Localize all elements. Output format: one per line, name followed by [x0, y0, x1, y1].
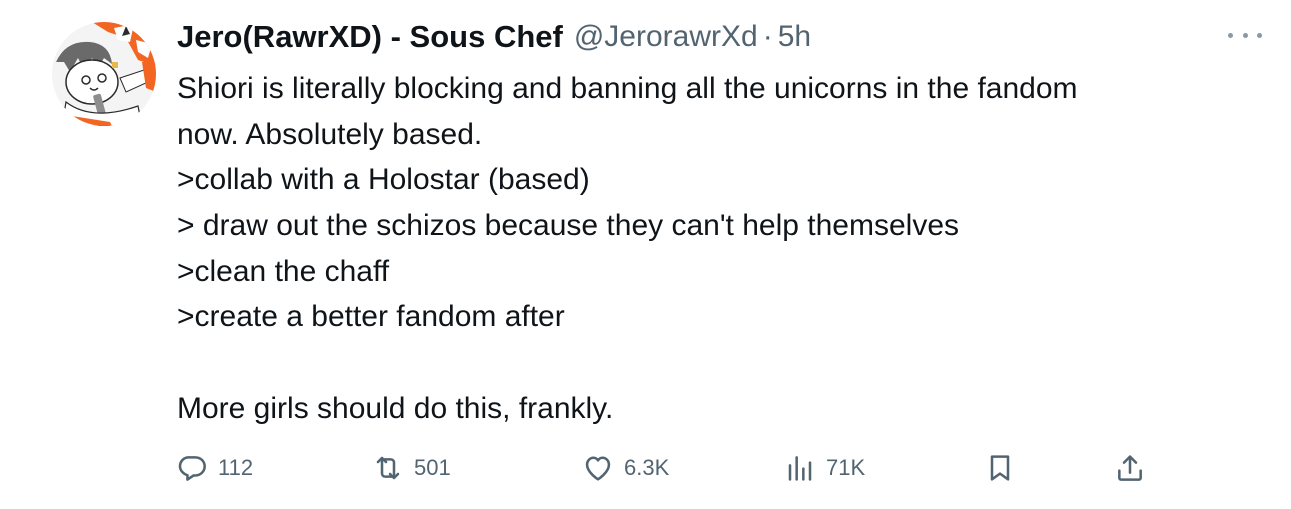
retweet-button[interactable]: 501	[372, 446, 451, 490]
avatar-image	[52, 22, 156, 126]
views-icon	[788, 456, 812, 481]
author-handle[interactable]: @JerorawrXd	[574, 20, 758, 54]
retweet-count: 501	[414, 455, 451, 480]
timestamp[interactable]: 5h	[778, 20, 811, 54]
tweet-line: > draw out the schizos because they can'…	[177, 209, 960, 243]
views-count: 71K	[826, 455, 866, 480]
bookmark-button[interactable]	[984, 446, 1016, 490]
bookmark-icon	[990, 455, 1010, 481]
like-count: 6.3K	[624, 455, 670, 480]
more-options-icon[interactable]	[1228, 24, 1262, 46]
like-button[interactable]: 6.3K	[582, 446, 669, 490]
tweet-text: Shiori is literally blocking and banning…	[177, 66, 1257, 432]
separator-dot: ·	[762, 20, 773, 53]
tweet-line: now. Absolutely based.	[177, 117, 483, 151]
author-name[interactable]: Jero(RawrXD) - Sous Chef	[177, 19, 563, 55]
heart-icon	[585, 456, 611, 481]
share-icon	[1118, 455, 1142, 481]
reply-icon	[178, 456, 206, 481]
reply-button[interactable]: 112	[176, 446, 253, 490]
more-dot	[1257, 32, 1262, 38]
tweet-line: >collab with a Holostar (based)	[177, 163, 590, 197]
retweet-icon	[376, 456, 400, 480]
more-dot	[1228, 32, 1233, 38]
tweet-line: More girls should do this, frankly.	[177, 391, 614, 425]
tweet-line: >create a better fandom after	[177, 300, 565, 334]
reply-count: 112	[218, 455, 254, 480]
avatar[interactable]	[52, 22, 156, 126]
tweet-header: Jero(RawrXD) - Sous Chef @JerorawrXd · 5…	[177, 15, 811, 59]
views-button[interactable]: 71K	[784, 446, 865, 490]
action-bar: 112 501 6.3K 71K	[176, 446, 1156, 490]
tweet-line: >clean the chaff	[177, 254, 390, 288]
share-button[interactable]	[1114, 446, 1146, 490]
more-dot	[1242, 32, 1248, 38]
tweet-line: Shiori is literally blocking and banning…	[177, 72, 1078, 105]
